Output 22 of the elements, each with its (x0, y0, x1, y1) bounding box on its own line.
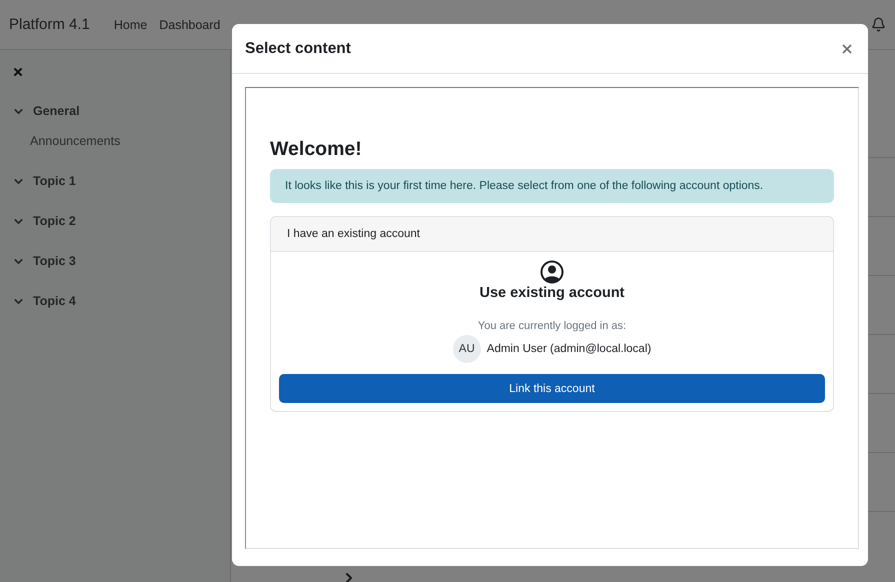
section-title[interactable]: Topic 3 (33, 254, 76, 268)
nav-link[interactable]: Dashboard (159, 18, 220, 32)
user-avatar: AU (452, 335, 481, 363)
nav-link[interactable]: Home (114, 18, 148, 32)
close-icon[interactable] (12, 66, 24, 78)
card-header: I have an existing account (271, 217, 833, 252)
section-title[interactable]: Topic 1 (33, 174, 76, 188)
section-title[interactable]: Topic 4 (33, 294, 76, 308)
close-icon[interactable] (840, 42, 854, 56)
info-alert: It looks like this is your first time here. Please select from one of the following account options. (270, 169, 834, 203)
card-title: Use existing account (479, 285, 625, 301)
link-account-button[interactable]: Link this account (279, 374, 825, 403)
dialog-title: Select content (245, 40, 351, 58)
site-name[interactable]: Platform 4.1 (9, 16, 90, 33)
section-title[interactable]: Topic 2 (33, 214, 76, 228)
welcome-heading: Welcome! (270, 138, 363, 161)
user-icon (540, 260, 564, 284)
login-note: You are currently logged in as: (478, 320, 626, 332)
user-name: Admin User (admin@local.local) (486, 343, 652, 355)
section-item[interactable]: Announcements (30, 134, 218, 148)
section-title[interactable]: General (33, 104, 80, 118)
notification-bell-icon[interactable] (871, 17, 886, 32)
